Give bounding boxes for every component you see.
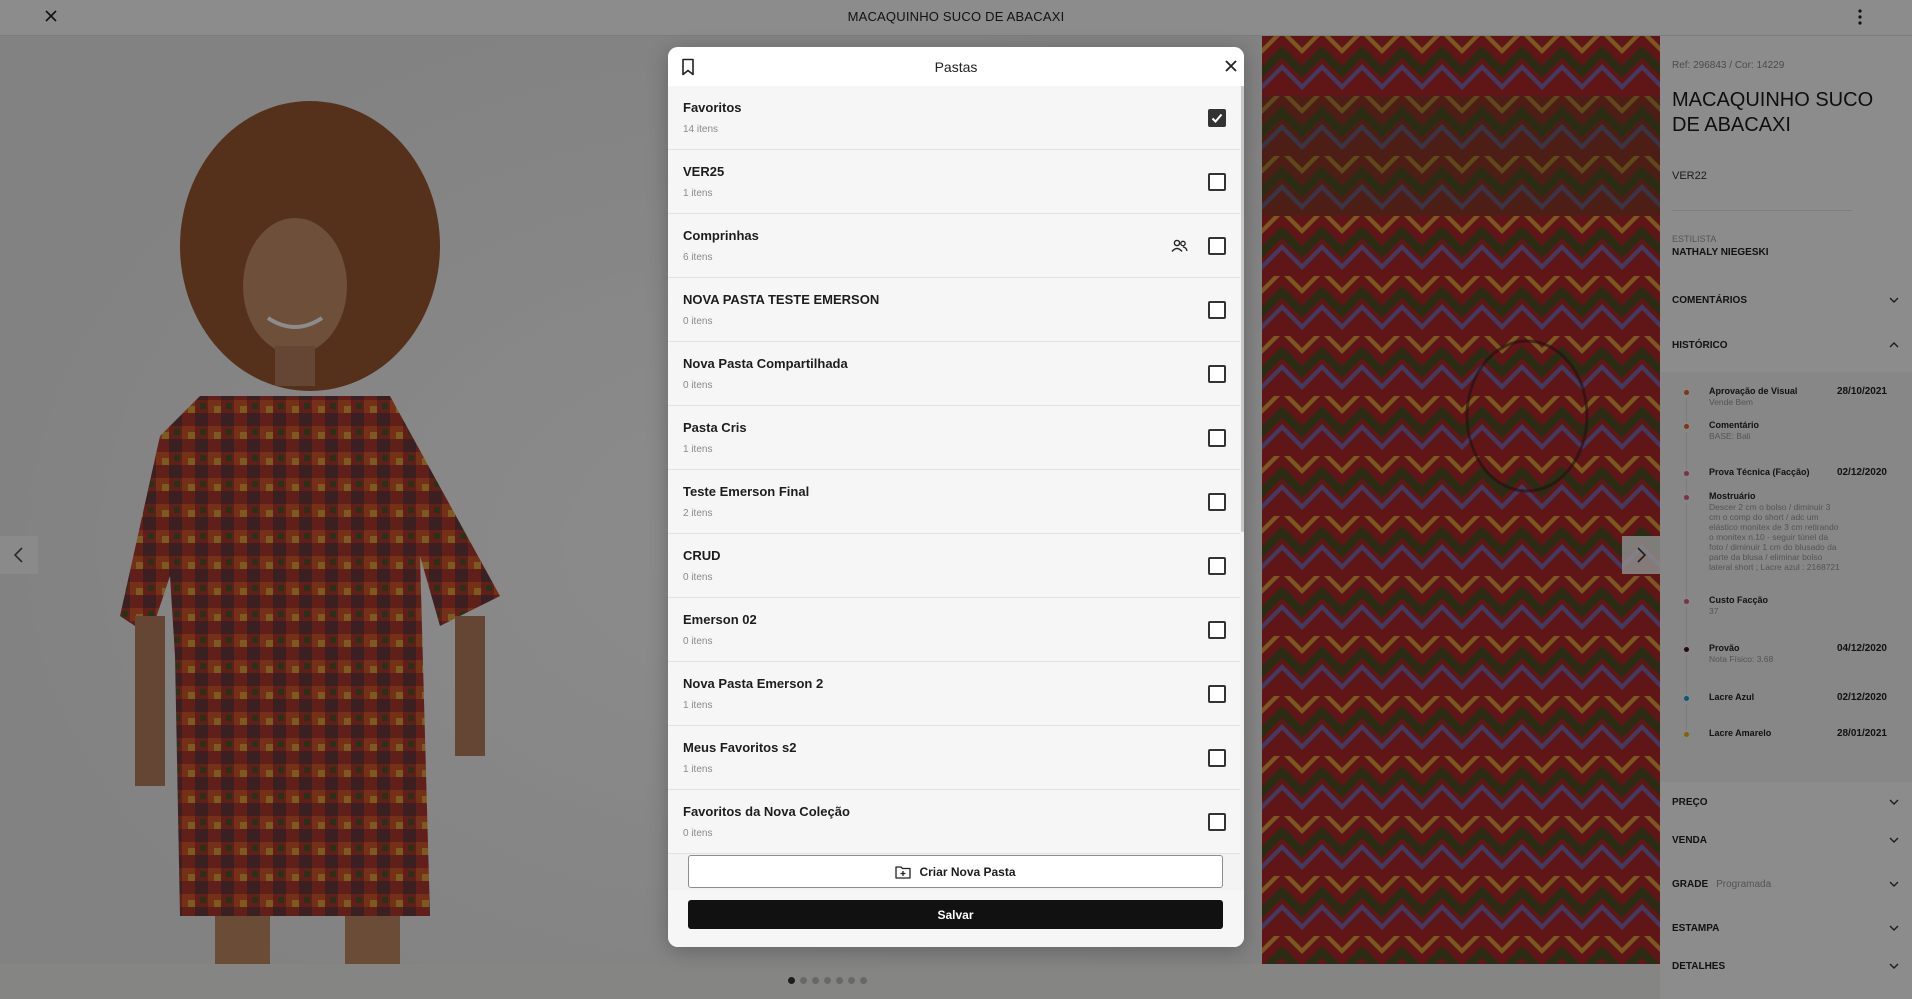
folder-name: Nova Pasta Emerson 2 (683, 676, 824, 691)
folder-name: Teste Emerson Final (683, 484, 810, 499)
modal-header: Pastas (668, 47, 1244, 87)
folder-count: 0 itens (683, 636, 713, 647)
folder-name: NOVA PASTA TESTE EMERSON (683, 292, 880, 307)
folder-name: Nova Pasta Compartilhada (683, 356, 848, 371)
folder-row[interactable]: CRUD 0 itens (668, 534, 1240, 598)
folder-name: VER25 (683, 164, 725, 179)
folder-row[interactable]: Teste Emerson Final 2 itens (668, 470, 1240, 534)
folder-row[interactable]: VER25 1 itens (668, 150, 1240, 214)
folder-row[interactable]: Nova Pasta Compartilhada 0 itens (668, 342, 1240, 406)
folder-list[interactable]: Favoritos 14 itens VER25 1 itens Comprinhas 6… (668, 86, 1244, 890)
folder-row[interactable]: NOVA PASTA TESTE EMERSON 0 itens (668, 278, 1240, 342)
folder-name: Pasta Cris (683, 420, 747, 435)
folder-name: CRUD (683, 548, 721, 563)
folder-count: 1 itens (683, 764, 713, 775)
folder-name: Comprinhas (683, 228, 759, 243)
create-folder-label: Criar Nova Pasta (919, 864, 1016, 879)
checkbox-icon[interactable] (1208, 621, 1226, 639)
folder-row[interactable]: Favoritos 14 itens (668, 86, 1240, 150)
checkbox-icon[interactable] (1208, 493, 1226, 511)
checkbox-icon[interactable] (1208, 301, 1226, 319)
checkbox-icon[interactable] (1208, 365, 1226, 383)
checkbox-icon[interactable] (1208, 173, 1226, 191)
checkbox-icon[interactable] (1208, 813, 1226, 831)
checkbox-icon[interactable] (1208, 429, 1226, 447)
folder-row[interactable]: Comprinhas 6 itens (668, 214, 1240, 278)
folder-name: Favoritos da Nova Coleção (683, 804, 850, 819)
folder-count: 0 itens (683, 572, 713, 583)
folder-count: 2 itens (683, 508, 713, 519)
folder-row[interactable]: Emerson 02 0 itens (668, 598, 1240, 662)
folder-count: 0 itens (683, 316, 713, 327)
folder-count: 0 itens (683, 828, 713, 839)
close-icon[interactable] (1224, 59, 1238, 73)
folder-list-scrollbar[interactable] (1241, 86, 1244, 532)
checkbox-icon[interactable] (1208, 557, 1226, 575)
folder-row[interactable]: Meus Favoritos s2 1 itens (668, 726, 1240, 790)
folder-count: 1 itens (683, 700, 713, 711)
folder-name: Meus Favoritos s2 (683, 740, 797, 755)
folder-count: 1 itens (683, 444, 713, 455)
modal-title: Pastas (934, 59, 978, 75)
folder-name: Emerson 02 (683, 612, 757, 627)
folder-row[interactable]: Favoritos da Nova Coleção 0 itens (668, 790, 1240, 854)
checkmark-icon (1211, 113, 1223, 123)
folder-plus-icon (895, 865, 912, 879)
folder-count: 1 itens (683, 188, 713, 199)
folder-row[interactable]: Pasta Cris 1 itens (668, 406, 1240, 470)
checkbox-icon[interactable] (1208, 237, 1226, 255)
checkbox-icon[interactable] (1208, 749, 1226, 767)
checkbox-icon[interactable] (1208, 685, 1226, 703)
folders-modal: Pastas Favoritos 14 itens VER25 1 itens Comp… (668, 47, 1244, 947)
folder-count: 0 itens (683, 380, 713, 391)
create-folder-button[interactable]: Criar Nova Pasta (688, 855, 1223, 888)
folder-count: 14 itens (683, 124, 719, 135)
folder-count: 6 itens (683, 252, 713, 263)
save-button[interactable]: Salvar (688, 900, 1223, 929)
folder-row[interactable]: Nova Pasta Emerson 2 1 itens (668, 662, 1240, 726)
checkbox-icon[interactable] (1208, 109, 1226, 127)
folder-name: Favoritos (683, 100, 742, 115)
users-icon (1171, 239, 1188, 252)
